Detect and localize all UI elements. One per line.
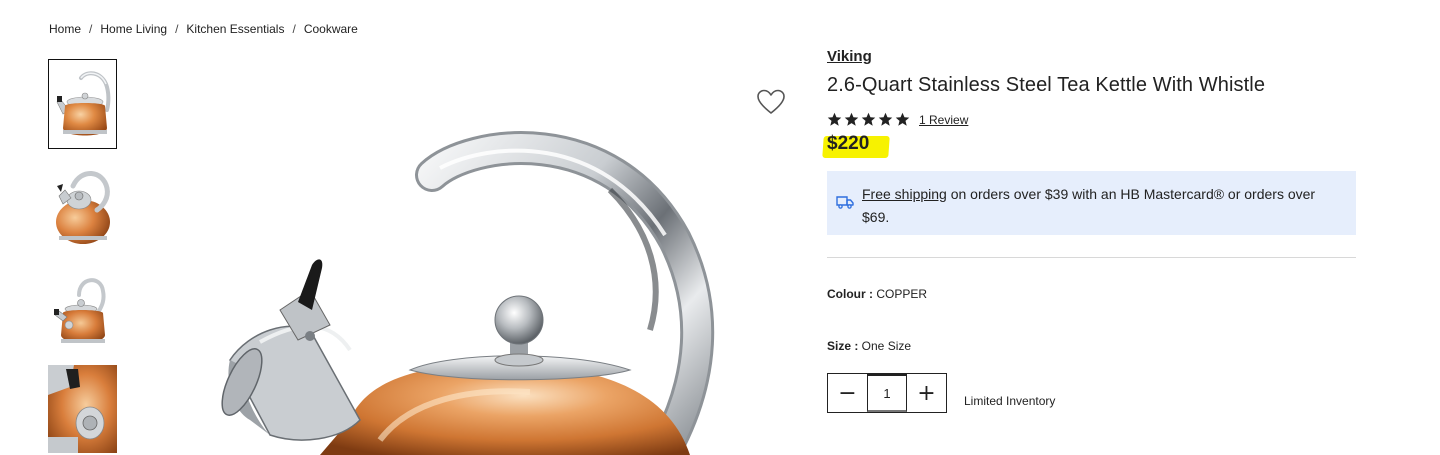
- breadcrumb-kitchen-essentials[interactable]: Kitchen Essentials: [186, 22, 284, 36]
- product-info: Viking 2.6-Quart Stainless Steel Tea Ket…: [822, 48, 1357, 413]
- breadcrumb-separator: /: [292, 22, 296, 36]
- thumbnail-list: [48, 59, 117, 455]
- star-icon: [844, 112, 859, 126]
- shipping-text: Free shipping on orders over $39 with an…: [862, 183, 1346, 229]
- quantity-input[interactable]: [867, 374, 907, 412]
- kettle-front-image: [56, 71, 110, 136]
- colour-value: COPPER: [873, 287, 928, 301]
- thumbnail-kettle-side[interactable]: [48, 263, 117, 353]
- star-icon: [878, 112, 893, 126]
- quantity-stepper: − +: [827, 373, 947, 413]
- divider: [827, 257, 1356, 258]
- breadcrumb-home-living[interactable]: Home Living: [100, 22, 167, 36]
- brand-link[interactable]: Viking: [827, 48, 872, 65]
- breadcrumb-separator: /: [175, 22, 179, 36]
- rating-row: 1 Review: [827, 112, 1357, 127]
- product-title: 2.6-Quart Stainless Steel Tea Kettle Wit…: [827, 74, 1266, 96]
- inventory-status: Limited Inventory: [964, 394, 1056, 408]
- size-label: Size :: [827, 339, 859, 353]
- thumbnail-kettle-front[interactable]: [48, 59, 117, 149]
- size-value: One Size: [858, 339, 912, 353]
- star-icon: [827, 112, 842, 126]
- shipping-banner: Free shipping on orders over $39 with an…: [827, 171, 1356, 235]
- kettle-closeup-image: [221, 131, 715, 455]
- thumbnail-kettle-top[interactable]: [48, 161, 117, 251]
- kettle-spout-detail-image: [48, 365, 117, 453]
- price-block: $220: [822, 133, 890, 158]
- star-icon: [861, 112, 876, 126]
- wishlist-button[interactable]: [756, 88, 786, 116]
- decrease-quantity-button[interactable]: −: [828, 374, 867, 412]
- breadcrumb: Home / Home Living / Kitchen Essentials …: [49, 22, 358, 36]
- breadcrumb-home[interactable]: Home: [49, 22, 81, 36]
- free-shipping-link[interactable]: Free shipping: [862, 186, 947, 202]
- star-icon: [895, 112, 910, 126]
- thumbnail-kettle-spout-detail[interactable]: [48, 365, 117, 453]
- star-rating: [827, 112, 910, 127]
- breadcrumb-cookware[interactable]: Cookware: [304, 22, 358, 36]
- kettle-top-image: [55, 171, 110, 244]
- price: $220: [827, 133, 870, 154]
- increase-quantity-button[interactable]: +: [907, 374, 946, 412]
- truck-icon: [836, 196, 854, 209]
- main-product-image: [170, 120, 750, 455]
- heart-icon: [757, 89, 785, 114]
- colour-option: Colour : COPPER: [827, 287, 1357, 301]
- size-option: Size : One Size: [827, 339, 1357, 353]
- breadcrumb-separator: /: [89, 22, 93, 36]
- colour-label: Colour :: [827, 287, 873, 301]
- kettle-side-image: [53, 278, 105, 343]
- quantity-row: − + Limited Inventory: [827, 373, 1357, 413]
- reviews-link[interactable]: 1 Review: [919, 113, 968, 127]
